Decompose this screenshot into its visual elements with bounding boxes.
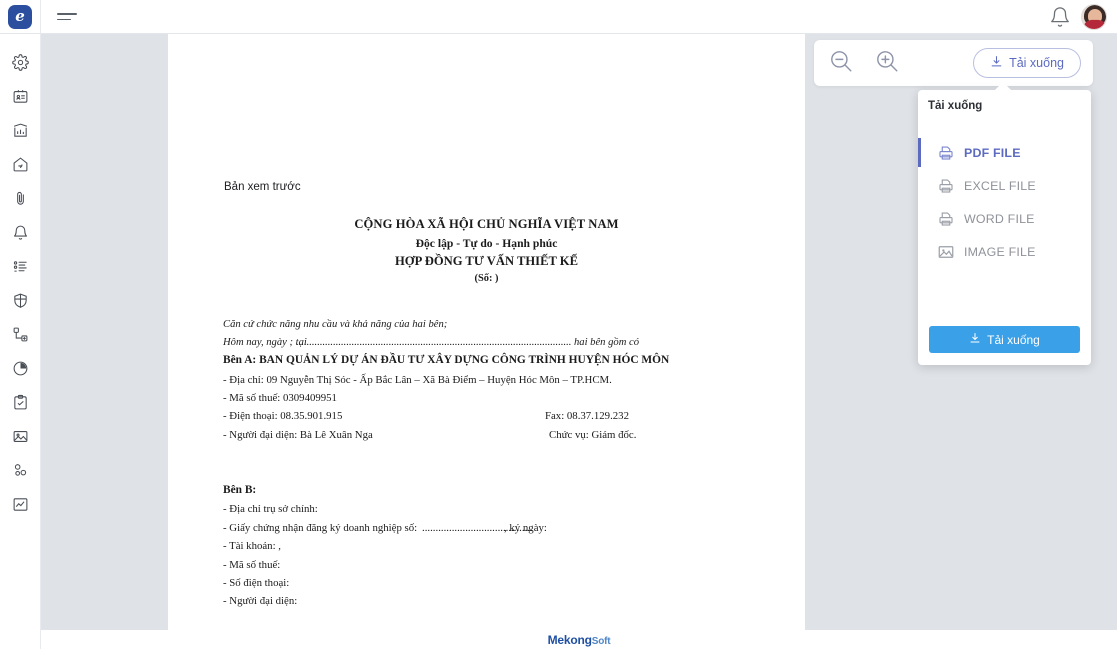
bell-icon [12, 224, 29, 241]
sidebar-item-workflow[interactable] [3, 317, 37, 351]
image-file-icon [937, 243, 955, 261]
doc-title: HỢP ĐỒNG TƯ VẤN THIẾT KẾ [394, 254, 578, 268]
doc-party-b-account: - Tài khoản: , [223, 540, 281, 552]
brand-logo: MekongSoft [548, 633, 611, 647]
footer: MekongSoft [41, 630, 1117, 649]
sidebar-item-tasks[interactable] [3, 249, 37, 283]
viewer-toolbar: Tải xuống [814, 40, 1093, 86]
clipboard-check-icon [12, 394, 29, 411]
dropdown-title: Tải xuống [928, 100, 983, 112]
image-icon [12, 428, 29, 445]
sidebar-item-analytics[interactable] [3, 113, 37, 147]
zoom-out-button[interactable] [822, 44, 860, 82]
doc-preamble-1: Căn cứ chức năng nhu cầu và khả năng của… [223, 319, 448, 330]
checklist-icon [12, 258, 29, 275]
doc-party-a-fax: Fax: 08.37.129.232 [545, 410, 629, 422]
pie-clock-icon [12, 360, 29, 377]
download-icon [969, 332, 981, 347]
doc-party-b-heading: Bên B: [223, 484, 257, 496]
zoom-out-icon [828, 48, 854, 79]
doc-party-a-phone: - Điện thoại: 08.35.901.915 [223, 410, 343, 422]
gear-icon [11, 53, 29, 71]
download-icon [990, 55, 1003, 71]
paperclip-icon [12, 190, 29, 207]
app-logo-mark: e [8, 4, 32, 29]
download-dropdown: Tải xuống PDF FILE EXCEL FILE WORD FILE … [918, 90, 1091, 365]
doc-preamble-2-dots: ........................................… [296, 337, 572, 348]
zoom-in-icon [874, 48, 900, 79]
preview-label: Bản xem trước [224, 181, 301, 193]
dropdown-item-label: EXCEL FILE [964, 178, 1036, 193]
word-file-icon [937, 210, 955, 228]
doc-motto: Độc lập - Tự do - Hạnh phúc [415, 237, 558, 250]
home-icon [12, 156, 29, 173]
nodes-icon [12, 462, 29, 479]
doc-party-a-rep: - Người đại diện: Bà Lê Xuân Nga [223, 429, 373, 441]
pdf-file-icon [937, 144, 955, 162]
user-avatar[interactable] [1081, 3, 1107, 30]
bell-icon[interactable] [1049, 6, 1071, 28]
dropdown-item-label: PDF FILE [964, 145, 1021, 160]
sidebar-item-reports[interactable] [3, 487, 37, 521]
sidebar-item-attachments[interactable] [3, 181, 37, 215]
hamburger-line [57, 12, 77, 15]
brand-suffix: Soft [591, 635, 611, 647]
top-bar-actions [1049, 3, 1117, 30]
download-button[interactable]: Tải xuống [973, 48, 1081, 78]
doc-party-a-address: - Địa chỉ: 09 Nguyễn Thị Sóc - Ấp Bắc Lâ… [223, 374, 612, 386]
doc-number: (Số: ) [474, 273, 499, 284]
doc-party-a-tax: - Mã số thuế: 0309409951 [223, 392, 337, 404]
hamburger-menu-icon[interactable] [57, 4, 83, 30]
sidebar-item-settings[interactable] [3, 45, 37, 79]
dropdown-arrow [994, 82, 1012, 91]
dropdown-download-label: Tải xuống [987, 332, 1040, 347]
doc-preamble-2-left: Hôm nay, ngày ; tại [223, 337, 307, 348]
download-button-label: Tải xuống [1009, 56, 1064, 70]
avatar-body [1083, 19, 1106, 29]
top-bar: e [0, 0, 1117, 34]
sidebar-item-nodes[interactable] [3, 453, 37, 487]
chart-image-icon [12, 496, 29, 513]
document-page-content: Bản xem trước CỘNG HÒA XÃ HỘI CHỦ NGHĨA … [168, 34, 805, 630]
dropdown-item-pdf[interactable]: PDF FILE [918, 136, 1091, 169]
id-card-icon [12, 88, 29, 105]
doc-party-a-role: Chức vụ: Giám đốc. [549, 429, 637, 441]
doc-nation: CỘNG HÒA XÃ HỘI CHỦ NGHĨA VIỆT NAM [354, 217, 619, 231]
sidebar-item-notifications[interactable] [3, 215, 37, 249]
doc-party-b-license-right: , ký ngày: [504, 522, 547, 534]
sidebar-item-clipboard[interactable] [3, 385, 37, 419]
dropdown-list: PDF FILE EXCEL FILE WORD FILE IMAGE FILE [918, 136, 1091, 268]
doc-party-b-tax: - Mã số thuế: [223, 559, 281, 571]
doc-preamble-2-right: hai bên gồm có [574, 337, 640, 348]
bar-chart-icon [12, 122, 29, 139]
sidebar-item-security[interactable] [3, 283, 37, 317]
flow-add-icon [12, 326, 29, 343]
doc-party-b-phone: - Số điện thoại: [223, 577, 290, 589]
sidebar-item-home[interactable] [3, 147, 37, 181]
sidebar [0, 34, 41, 649]
dropdown-download-button[interactable]: Tải xuống [929, 326, 1080, 353]
shield-icon [12, 292, 29, 309]
doc-party-b-rep: - Người đại diện: [223, 595, 298, 607]
sidebar-item-id-card[interactable] [3, 79, 37, 113]
dropdown-item-word[interactable]: WORD FILE [918, 202, 1091, 235]
doc-party-b-license-left: - Giấy chứng nhận đăng ký doanh nghiệp s… [223, 522, 418, 534]
doc-party-a-heading: Bên A: BAN QUẢN LÝ DỰ ÁN ĐẦU TƯ XÂY DỰNG… [223, 354, 670, 366]
app-logo[interactable]: e [0, 0, 41, 34]
doc-party-b-address: - Địa chỉ trụ sở chính: [223, 503, 318, 515]
dropdown-item-image[interactable]: IMAGE FILE [918, 235, 1091, 268]
dropdown-item-label: IMAGE FILE [964, 244, 1036, 259]
dropdown-item-excel[interactable]: EXCEL FILE [918, 169, 1091, 202]
excel-file-icon [937, 177, 955, 195]
sidebar-item-gallery[interactable] [3, 419, 37, 453]
brand-name: Mekong [547, 632, 592, 647]
dropdown-item-label: WORD FILE [964, 211, 1035, 226]
zoom-in-button[interactable] [868, 44, 906, 82]
document-page: Bản xem trước CỘNG HÒA XÃ HỘI CHỦ NGHĨA … [168, 34, 805, 630]
hamburger-line [57, 18, 71, 21]
sidebar-item-time[interactable] [3, 351, 37, 385]
